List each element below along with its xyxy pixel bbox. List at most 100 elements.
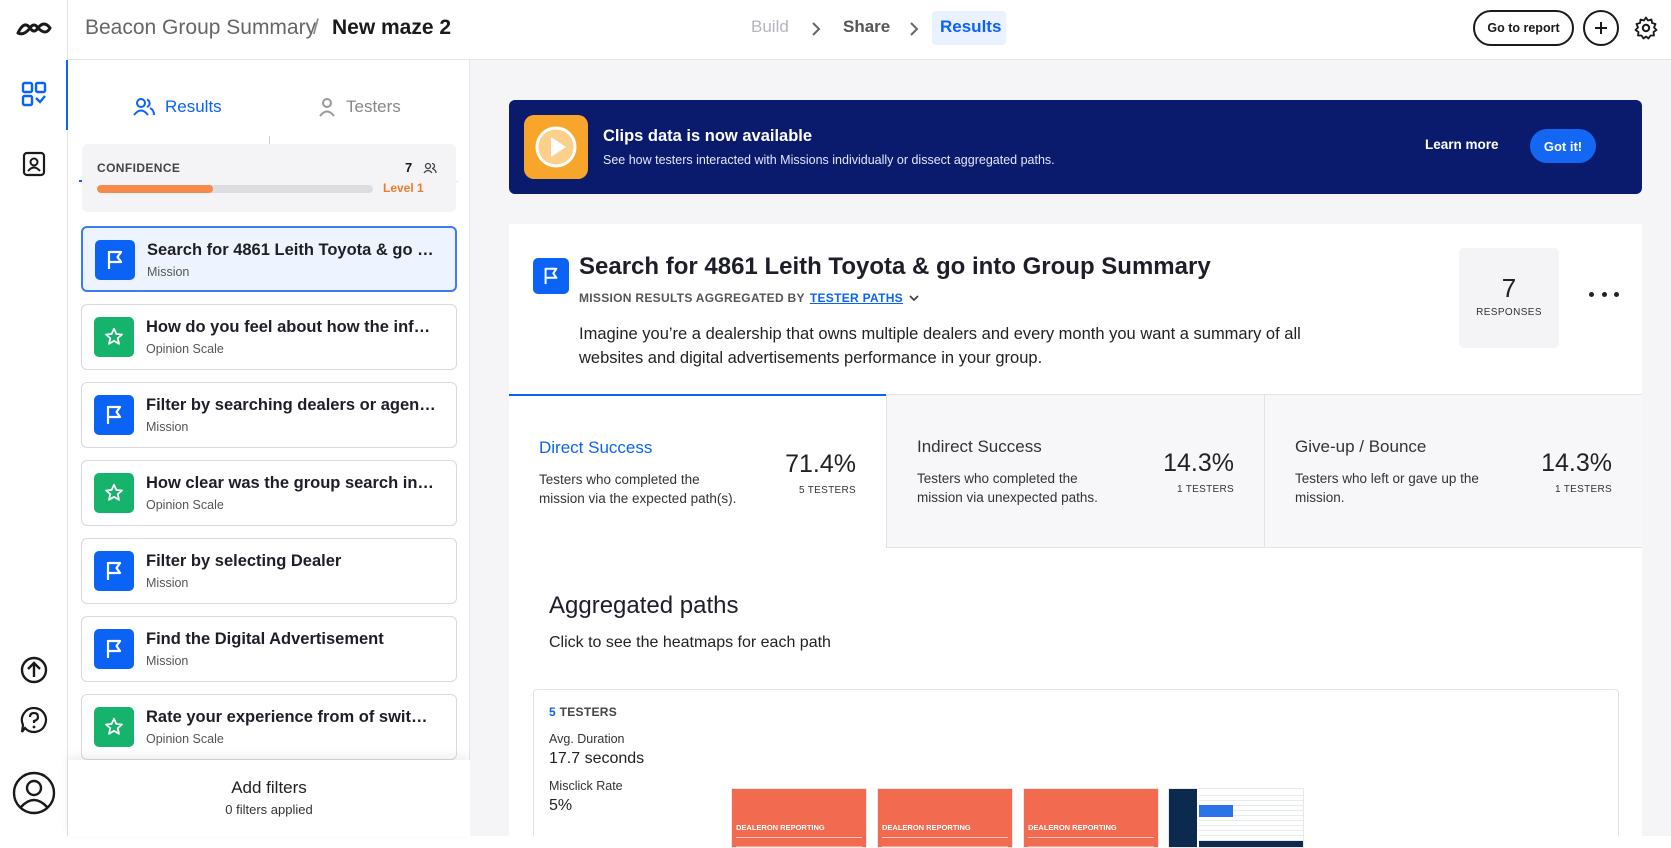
chevron-right-icon — [812, 22, 821, 36]
clips-banner: Clips data is now available See how test… — [509, 100, 1642, 194]
misclick-rate-value: 5% — [549, 797, 573, 814]
task-type: Opinion Scale — [146, 342, 224, 356]
app-rail — [0, 0, 68, 836]
step-build[interactable]: Build — [751, 17, 789, 37]
got-it-button[interactable]: Got it! — [1530, 129, 1596, 163]
plus-icon — [1595, 22, 1607, 34]
stat-testers: 1 TESTERS — [1177, 484, 1234, 495]
star-icon — [94, 317, 134, 357]
confidence-panel: CONFIDENCE 7 Level 1 — [82, 144, 456, 212]
stat-give-up-bounce[interactable]: Give-up / Bounce Testers who left or gav… — [1264, 394, 1642, 548]
breadcrumb-project[interactable]: Beacon Group Summary — [85, 16, 316, 40]
mission-description: Imagine you’re a dealership that owns mu… — [579, 325, 1301, 367]
thumbnail-heading: DEALERON REPORTING — [882, 823, 971, 832]
aggregated-paths-title: Aggregated paths — [549, 592, 739, 619]
stat-indirect-success[interactable]: Indirect Success Testers who completed t… — [886, 394, 1264, 548]
upgrade-icon[interactable] — [14, 650, 54, 690]
banner-title: Clips data is now available — [603, 127, 813, 145]
filters-bar[interactable]: Add filters 0 filters applied — [68, 760, 470, 836]
stat-testers: 5 TESTERS — [799, 485, 856, 496]
stat-testers: 1 TESTERS — [1555, 484, 1612, 495]
aggregated-by: MISSION RESULTS AGGREGATED BY TESTER PAT… — [579, 291, 920, 305]
confidence-level: Level 1 — [383, 181, 424, 195]
step-share[interactable]: Share — [843, 17, 890, 37]
task-item[interactable]: How clear was the group search inte... O… — [81, 460, 457, 526]
play-icon — [524, 115, 588, 179]
task-title: How clear was the group search inte... — [146, 474, 436, 492]
path-screen-thumbnail[interactable]: DEALERON REPORTING — [1023, 788, 1159, 848]
tab-results-label: Results — [165, 97, 222, 116]
task-type: Mission — [146, 420, 189, 434]
confidence-progress-track — [97, 185, 373, 193]
path-screen-thumbnail[interactable]: DEALERON REPORTING — [877, 788, 1013, 848]
flag-icon — [94, 629, 134, 669]
confidence-progress-fill — [97, 185, 213, 193]
flag-icon — [95, 240, 135, 280]
settings-button[interactable] — [1632, 14, 1660, 42]
thumbnail-heading: DEALERON REPORTING — [736, 823, 825, 832]
more-options-icon[interactable] — [1589, 284, 1619, 304]
task-type: Opinion Scale — [146, 498, 224, 512]
aggregated-dropdown[interactable]: TESTER PATHS — [810, 291, 903, 305]
learn-more-link[interactable]: Learn more — [1425, 137, 1499, 152]
aggregated-paths-subtitle: Click to see the heatmaps for each path — [549, 634, 831, 651]
stat-description: Testers who completed the mission via un… — [917, 471, 1098, 505]
path-testers-label: TESTERS — [559, 705, 618, 719]
path-screen-thumbnail[interactable]: DEALERON REPORTING — [731, 788, 867, 848]
breadcrumb-separator: / — [313, 16, 319, 39]
breadcrumb-maze-name[interactable]: New maze 2 — [332, 16, 451, 40]
user-avatar-icon[interactable] — [11, 770, 57, 816]
responses-box: 7 RESPONSES — [1459, 248, 1559, 348]
task-item[interactable]: How do you feel about how the infor... O… — [81, 304, 457, 370]
stat-title: Indirect Success — [917, 437, 1042, 456]
add-filters-button[interactable]: Add filters — [68, 778, 470, 798]
task-title: Filter by selecting Dealer — [146, 552, 342, 570]
stat-title: Give-up / Bounce — [1295, 437, 1427, 456]
star-icon — [94, 707, 134, 747]
task-title: Rate your experience from of switch... — [146, 708, 436, 726]
chevron-down-icon[interactable] — [908, 293, 920, 303]
go-to-report-button[interactable]: Go to report — [1473, 10, 1574, 46]
task-item[interactable]: Filter by selecting Dealer Mission — [81, 538, 457, 604]
gear-icon — [1634, 16, 1658, 40]
dashboard-icon[interactable] — [14, 74, 54, 114]
task-item[interactable]: Find the Digital Advertisement Mission — [81, 616, 457, 682]
path-testers-count: 5 — [549, 705, 556, 719]
chevron-right-icon — [910, 22, 919, 36]
stat-description: Testers who left or gave up the mission. — [1295, 471, 1479, 505]
task-type: Mission — [146, 654, 189, 668]
task-title: Find the Digital Advertisement — [146, 630, 384, 648]
stat-direct-success[interactable]: Direct Success Testers who completed the… — [509, 394, 886, 548]
results-sidebar: Results Testers CONFIDENCE 7 Level 1 Sea… — [68, 60, 470, 836]
stat-percentage: 71.4% — [785, 450, 856, 478]
task-item[interactable]: Filter by searching dealers or agency Mi… — [81, 382, 457, 448]
aggregated-label: MISSION RESULTS AGGREGATED BY — [579, 291, 805, 305]
users-icon — [423, 162, 437, 174]
contacts-icon[interactable] — [14, 144, 54, 184]
top-bar: Beacon Group Summary / New maze 2 Build … — [68, 0, 1671, 60]
task-item[interactable]: Search for 4861 Leith Toyota & go in... … — [81, 226, 457, 292]
task-item[interactable]: Rate your experience from of switch... O… — [81, 694, 457, 760]
stat-description: Testers who completed the mission via th… — [539, 472, 737, 506]
star-icon — [94, 473, 134, 513]
responses-label: RESPONSES — [1476, 307, 1542, 318]
filters-applied-count: 0 filters applied — [225, 802, 313, 817]
maze-logo-icon[interactable] — [14, 8, 54, 48]
users-icon — [133, 98, 155, 116]
tab-testers[interactable]: Testers — [318, 82, 401, 132]
task-type: Opinion Scale — [146, 732, 224, 746]
thumbnail-heading: DEALERON REPORTING — [1028, 823, 1117, 832]
task-title: Filter by searching dealers or agency — [146, 396, 436, 414]
path-testers: 5 TESTERS — [549, 705, 617, 719]
stat-title: Direct Success — [539, 438, 653, 457]
add-button[interactable] — [1583, 10, 1619, 46]
confidence-label: CONFIDENCE — [97, 161, 181, 175]
step-results[interactable]: Results — [940, 17, 1001, 37]
mission-results-card: Search for 4861 Leith Toyota & go into G… — [509, 224, 1642, 836]
task-title: How do you feel about how the infor... — [146, 318, 436, 336]
tab-testers-label: Testers — [346, 97, 401, 116]
flag-icon — [533, 258, 569, 294]
help-icon[interactable] — [14, 700, 54, 740]
tab-results[interactable]: Results — [133, 82, 222, 132]
path-screen-thumbnail[interactable] — [1168, 788, 1304, 848]
